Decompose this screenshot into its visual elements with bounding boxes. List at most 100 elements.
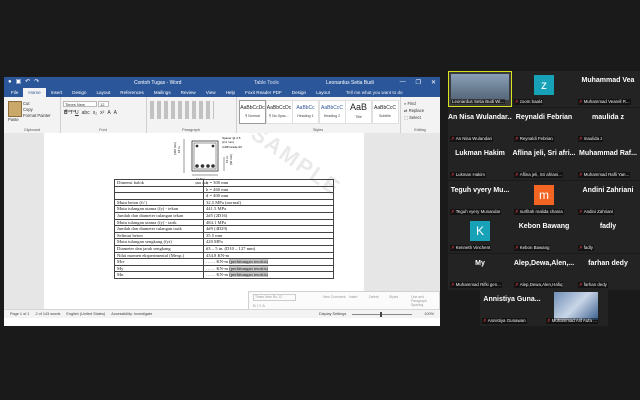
- table-cell-value[interactable]: 420 MPa: [203, 238, 334, 246]
- close-icon[interactable]: ✕: [431, 79, 436, 86]
- table-cell-value[interactable]: h = 460 mm: [203, 185, 334, 194]
- participant-tile[interactable]: Kebon Bawang ✗Kebon Bawang: [512, 217, 576, 253]
- table-cell-label[interactable]: Dimensi balok: [114, 179, 204, 187]
- tab-references[interactable]: References: [115, 88, 149, 97]
- participant-tile[interactable]: Annistiya Guna... ✗Annistiya Gunawan: [480, 290, 544, 326]
- table-cell-value[interactable]: 484.1 MPa: [203, 218, 334, 227]
- format-button[interactable]: U: [75, 110, 79, 116]
- participant-tile[interactable]: z ✗zoom baal4: [512, 71, 576, 107]
- participant-tile[interactable]: Reynaldi Febrian ✗Reynaldi Febrian: [512, 107, 576, 144]
- language-status[interactable]: English (United States): [66, 312, 105, 316]
- participant-tile[interactable]: Alep,Dewa,Alen,... ✗Alep,Dewa,Alen,Hafiq: [512, 253, 576, 290]
- participant-tile[interactable]: Muhammad Raf... ✗Muhammad Rafli Yan...: [576, 144, 640, 180]
- style-5[interactable]: AaBbCcC Subtitle: [371, 100, 399, 124]
- participant-tile[interactable]: Andini Zahriani ✗Andini Zahriani: [576, 180, 640, 217]
- restore-icon[interactable]: ❐: [416, 79, 421, 86]
- participant-tile[interactable]: fadly ✗fadly: [576, 217, 640, 253]
- format-painter-button[interactable]: Format Painter: [23, 113, 51, 119]
- format-button[interactable]: abc: [82, 110, 90, 116]
- table-cell-value[interactable]: 35.5 mm: [203, 231, 334, 240]
- participant-tile[interactable]: Lukman Hakim ✗Lukman Hakim: [448, 144, 512, 180]
- table-cell-value[interactable]: d = 400 mm: [203, 192, 334, 200]
- autosave-icon[interactable]: ●: [8, 77, 12, 88]
- paste-button[interactable]: Paste: [8, 117, 19, 122]
- style-1[interactable]: AaBbCcDc ¶ No Spac...: [265, 100, 293, 124]
- mini-toolbar-styles[interactable]: Styles: [389, 295, 398, 299]
- word-count[interactable]: 2 of 143 words: [35, 312, 60, 316]
- style-4[interactable]: AaB Title: [345, 100, 372, 124]
- participant-tile[interactable]: ✗Muhammad Alif Aufa ...: [544, 290, 608, 326]
- font-size-select[interactable]: 12: [98, 101, 109, 107]
- format-button[interactable]: B: [64, 110, 68, 116]
- style-2[interactable]: AaBbCc Heading 1: [292, 100, 319, 124]
- style-3[interactable]: AaBbCcC Heading 2: [318, 100, 346, 124]
- table-cell-label[interactable]: Mutu tulangan utama (fy) - tarik: [114, 218, 204, 227]
- participant-tile[interactable]: Teguh vyery Mu... ✗Teguh vyery Munandar: [448, 180, 512, 217]
- participant-tile[interactable]: Aflina jeli, Sri afri... ✗Aflina jeli, Sr…: [512, 144, 576, 180]
- table-cell-label[interactable]: My: [114, 264, 204, 273]
- format-button[interactable]: x²: [100, 110, 104, 116]
- participant-tile[interactable]: farhan dedy ✗farhan dedy: [576, 253, 640, 290]
- zoom-level[interactable]: 100%: [424, 312, 434, 316]
- table-cell-value[interactable]: 441.5 MPa: [203, 205, 334, 213]
- table-cell-label[interactable]: Selimut beton: [114, 231, 204, 240]
- select-button[interactable]: ⬚ Select: [404, 114, 424, 121]
- participant-tile[interactable]: My ✗Muhammad Rifki gen...: [448, 253, 512, 290]
- table-cell-label[interactable]: Mutu beton (fc'): [114, 198, 204, 207]
- tab-view[interactable]: View: [201, 88, 221, 97]
- table-cell-value[interactable]: 32.5 MPa (normal): [203, 198, 334, 207]
- mini-toolbar-line[interactable]: Line and Paragraph Spacing: [411, 295, 439, 307]
- table-cell-label[interactable]: Jumlah dan diameter tulangan tekan: [114, 211, 204, 220]
- redo-icon[interactable]: ↷: [34, 77, 39, 88]
- tab-layout[interactable]: Layout: [311, 88, 335, 97]
- undo-icon[interactable]: ↶: [25, 77, 30, 88]
- tab-foxit-reader-pdf[interactable]: Foxit Reader PDF: [240, 88, 287, 97]
- tab-insert[interactable]: Insert: [46, 88, 68, 97]
- participant-tile[interactable]: m ✗nurfitah malida chania: [512, 180, 576, 217]
- mini-font-select[interactable]: Times New Ro 12: [253, 294, 296, 301]
- paragraph-icons[interactable]: [150, 101, 214, 119]
- table-cell-label[interactable]: Diameter dan jarak sengkang: [114, 244, 204, 253]
- table-cell-value[interactable]: …… KN-m (perhitungan teoritis): [203, 264, 334, 273]
- table-cell-value[interactable]: 434.8 KN-m: [203, 251, 334, 260]
- tab-design[interactable]: Design: [287, 88, 311, 97]
- replace-button[interactable]: ⇄ Replace: [404, 107, 424, 114]
- format-button[interactable]: A: [107, 110, 110, 116]
- table-cell-label[interactable]: [114, 185, 204, 194]
- participant-tile[interactable]: maulida z ✗maulida z: [576, 107, 640, 144]
- format-button[interactable]: A: [114, 110, 117, 116]
- tab-review[interactable]: Review: [176, 88, 201, 97]
- save-icon[interactable]: ▣: [16, 77, 22, 88]
- participant-tile[interactable]: Leonardus Setia Budi Wi...: [448, 71, 512, 107]
- table-cell-label[interactable]: Nilai momen eksperimental (Mexp.): [114, 251, 204, 260]
- table-cell-label[interactable]: Mutu tulangan utama (fy) - tekan: [114, 205, 204, 213]
- tab-design[interactable]: Design: [67, 88, 91, 97]
- page-count[interactable]: Page 1 of 1: [10, 312, 29, 316]
- table-cell-label[interactable]: Jumlah dan diameter tulangan tarik: [114, 225, 204, 233]
- zoom-slider[interactable]: [352, 311, 413, 317]
- accessibility-status[interactable]: Accessibility: Investigate: [111, 312, 152, 316]
- display-settings[interactable]: Display Settings: [319, 312, 346, 316]
- table-cell-label[interactable]: Mutu tulangan sengkang (fyt): [114, 238, 204, 246]
- tab-home[interactable]: Home: [23, 88, 46, 97]
- participant-tile[interactable]: An Nisa Wulandar... ✗An Nisa Wulandari: [448, 107, 512, 144]
- tab-layout[interactable]: Layout: [91, 88, 115, 97]
- style-0[interactable]: AaBbCcDc ¶ Normal: [239, 100, 266, 124]
- user-name[interactable]: Leonardus Setia Budi: [326, 80, 374, 86]
- table-cell-label[interactable]: Mn: [114, 271, 204, 279]
- table-cell-value[interactable]: …… KN-m (perhitungan teoritis): [203, 271, 334, 279]
- tab-mailings[interactable]: Mailings: [149, 88, 176, 97]
- find-button[interactable]: ⌕ Find: [404, 100, 424, 107]
- table-cell-value[interactable]: 4#9 (4D29): [203, 225, 334, 233]
- mini-toolbar-insert[interactable]: Insert: [349, 295, 357, 299]
- mini-toolbar-delete[interactable]: Delete: [369, 295, 379, 299]
- mini-format-buttons[interactable]: B I ≡ A: [253, 303, 265, 308]
- new-comment-button[interactable]: New Comment: [323, 295, 345, 299]
- paste-icon[interactable]: [8, 101, 22, 117]
- participant-tile[interactable]: Muhammad Vea ✗Muhammad Vearell R...: [576, 71, 640, 107]
- table-cell-value[interactable]: #3 – 5 in. (D10 – 127 mm): [203, 244, 334, 253]
- table-cell-label[interactable]: Mcr: [114, 258, 204, 266]
- participant-tile[interactable]: K ✗Kenneth Vinchent: [448, 217, 512, 253]
- table-cell-value[interactable]: b = 300 mm: [203, 179, 334, 187]
- font-name-select[interactable]: Times New Roma: [63, 101, 97, 113]
